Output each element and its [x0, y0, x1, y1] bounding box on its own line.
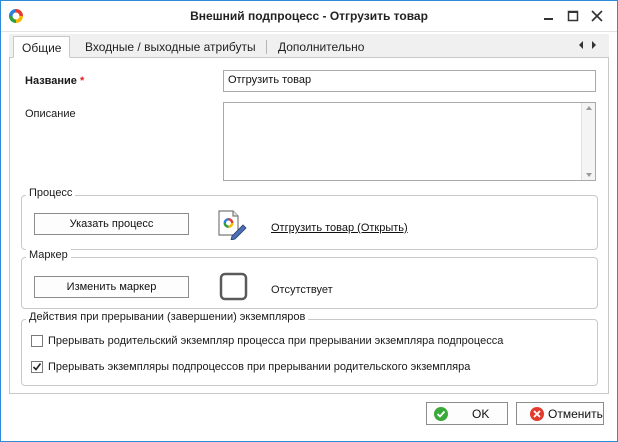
cancel-button[interactable]: Отменить — [516, 402, 604, 425]
required-marker: * — [80, 75, 85, 87]
window-title: Внешний подпроцесс - Отгрузить товар — [190, 9, 428, 23]
open-process-link[interactable]: Отгрузить товар (Открыть) — [271, 222, 408, 234]
maximize-button[interactable] — [564, 8, 582, 24]
dialog-window: Внешний подпроцесс - Отгрузить товар Общ… — [0, 0, 618, 442]
cancel-button-label: Отменить — [548, 407, 603, 421]
tab-additional[interactable]: Дополнительно — [270, 36, 372, 57]
description-textarea[interactable] — [223, 102, 596, 181]
process-file-edit-icon — [217, 208, 247, 241]
marker-status: Отсутствует — [271, 284, 333, 296]
tab-io-attributes[interactable]: Входные / выходные атрибуты — [77, 36, 264, 57]
actions-group — [21, 319, 598, 386]
actions-group-title: Действия при прерывании (завершении) экз… — [26, 311, 309, 323]
specify-process-button[interactable]: Указать процесс — [34, 213, 189, 235]
empty-marker-icon — [219, 272, 248, 301]
ok-button-label: OK — [472, 407, 490, 421]
check-circle-icon — [433, 406, 449, 422]
checkmark-icon — [32, 363, 42, 371]
name-label: Название * — [25, 75, 85, 87]
name-input[interactable]: Отгрузить товар — [223, 70, 596, 92]
tab-separator — [266, 40, 267, 54]
process-group-title: Процесс — [26, 187, 76, 199]
description-label: Описание — [25, 108, 76, 120]
change-marker-button[interactable]: Изменить маркер — [34, 276, 189, 298]
tab-scroll-right-icon[interactable] — [589, 39, 599, 51]
cancel-circle-icon — [529, 406, 545, 422]
tab-scroll-left-icon[interactable] — [576, 39, 586, 51]
tab-strip: Общие Входные / выходные атрибуты Дополн… — [9, 34, 609, 58]
checkbox-interrupt-parent-label: Прерывать родительский экземпляр процесс… — [48, 335, 504, 347]
checkbox-interrupt-subprocesses-label: Прерывать экземпляры подпроцессов при пр… — [48, 361, 471, 373]
tab-general[interactable]: Общие — [13, 36, 71, 58]
ok-button[interactable]: OK — [426, 402, 508, 425]
description-scrollbar[interactable] — [581, 103, 595, 180]
marker-group-title: Маркер — [26, 249, 71, 261]
close-button[interactable] — [588, 8, 606, 24]
checkbox-interrupt-parent[interactable] — [31, 335, 43, 347]
title-bar: Внешний подпроцесс - Отгрузить товар — [1, 1, 617, 32]
tab-content-general: Название * Отгрузить товар Описание Проц… — [9, 58, 609, 394]
checkbox-interrupt-subprocesses[interactable] — [31, 361, 43, 373]
minimize-button[interactable] — [540, 8, 558, 24]
